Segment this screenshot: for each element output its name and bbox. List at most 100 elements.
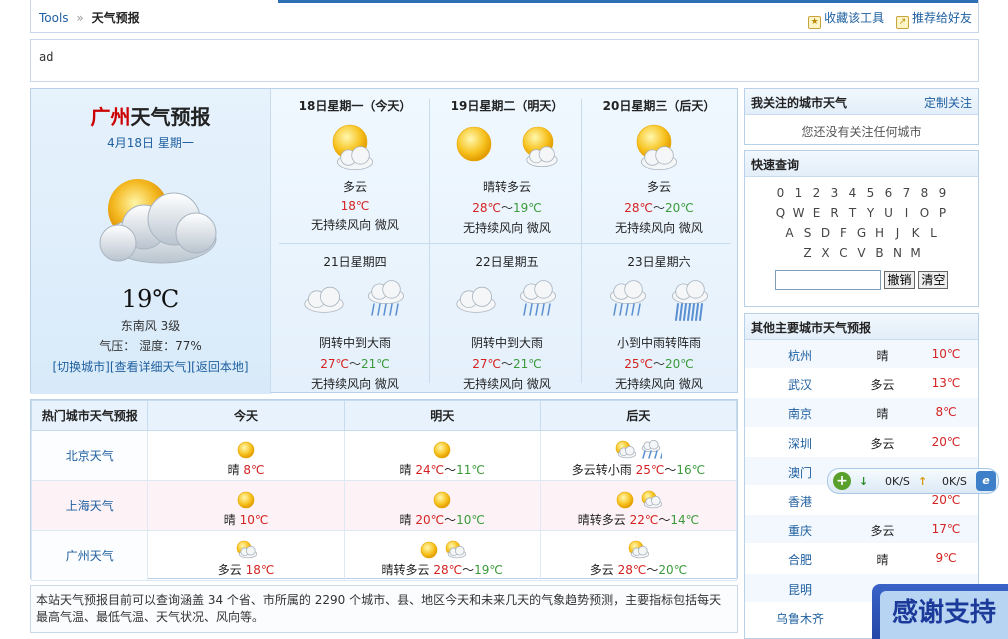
breadcrumb-current: 天气预报 [91, 11, 140, 25]
keypad-key[interactable]: V [855, 246, 869, 260]
keypad-key[interactable]: G [855, 226, 869, 240]
keypad-key[interactable]: E [810, 206, 824, 220]
network-meter[interactable]: + ↓ 0K/S ↑ 0K/S e [827, 468, 999, 494]
hot-cities-table: 热门城市天气预报 今天 明天 后天 北京天气 晴 8℃ 晴 24℃～11℃ 多云… [30, 399, 738, 581]
keypad-key[interactable]: B [873, 246, 887, 260]
keypad-row: QWERTYUIOP [749, 206, 974, 226]
city-link[interactable]: 上海天气 [30, 480, 149, 531]
tool-actions: ★ 收藏该工具 ↗ 推荐给好友 [800, 9, 972, 29]
cloud-rain-icon [431, 274, 583, 332]
forecast-day: 19日星期二（明天） 晴转多云 28℃～19℃ 无持续风向 微风 [431, 89, 583, 235]
keypad-key[interactable]: 5 [864, 186, 878, 200]
city-link[interactable]: 重庆 [755, 522, 845, 539]
keypad-key[interactable]: R [828, 206, 842, 220]
city-link[interactable]: 合肥 [755, 551, 845, 568]
keypad-key[interactable]: O [918, 206, 932, 220]
recommend-label: 推荐给好友 [911, 11, 972, 25]
forecast-cell: 晴 10℃ [147, 480, 345, 531]
cell-desc: 晴 [399, 463, 412, 477]
breadcrumb-separator: » [76, 11, 84, 25]
keypad-key[interactable]: 3 [828, 186, 842, 200]
city-link[interactable]: 昆明 [755, 581, 845, 598]
bookmark-tool-link[interactable]: ★ 收藏该工具 [808, 11, 884, 29]
city-link[interactable]: 南京 [755, 405, 845, 422]
thanks-banner[interactable]: 感谢支持 [872, 584, 1008, 639]
forecast-temp: 27℃～21℃ [472, 357, 542, 371]
keypad-key[interactable]: 1 [792, 186, 806, 200]
forecast-date: 18日星期一（今天） [298, 99, 412, 113]
keypad-key[interactable]: Z [801, 246, 815, 260]
forecast-desc: 阴转中到大雨 [318, 336, 391, 350]
undo-button[interactable]: 撤销 [884, 271, 915, 289]
keypad-key[interactable]: D [819, 226, 833, 240]
ad-box: ad [30, 39, 979, 82]
keypad-key[interactable]: K [909, 226, 923, 240]
keypad-key[interactable]: 2 [810, 186, 824, 200]
keypad-key[interactable]: 9 [936, 186, 950, 200]
keypad-key[interactable]: 7 [900, 186, 914, 200]
recommend-friend-link[interactable]: ↗ 推荐给好友 [895, 11, 972, 29]
keypad-key[interactable]: 4 [846, 186, 860, 200]
keypad-key[interactable]: W [792, 206, 806, 220]
keypad-key[interactable]: 0 [774, 186, 788, 200]
temp-high: 28℃ [472, 201, 501, 215]
sun-cloud-icon [279, 118, 431, 176]
keypad-key[interactable]: N [891, 246, 905, 260]
forecast-temp: 28℃～19℃ [472, 201, 542, 215]
forecast-desc: 多云 [646, 180, 671, 194]
keypad-key[interactable]: Y [864, 206, 878, 220]
keypad-key[interactable]: P [936, 206, 950, 220]
city-name: 广州 [90, 105, 131, 129]
city-link[interactable]: 武汉 [755, 376, 845, 393]
plus-icon[interactable]: + [833, 472, 851, 490]
weather-icons [345, 439, 540, 461]
download-arrow-icon: ↓ [859, 475, 869, 488]
keypad-key[interactable]: C [837, 246, 851, 260]
keypad-key[interactable]: X [819, 246, 833, 260]
keypad-key[interactable]: 8 [918, 186, 932, 200]
city-link[interactable]: 杭州 [755, 347, 845, 364]
city-link[interactable]: 香港 [755, 493, 845, 510]
cell-temp-low: 10℃ [456, 513, 485, 527]
keypad-key[interactable]: J [891, 226, 905, 240]
cell-temp-low: 14℃ [670, 513, 700, 527]
weather-icons [148, 439, 343, 461]
keypad-key[interactable]: M [909, 246, 923, 260]
weather-icons [345, 489, 540, 511]
follow-empty-text: 您还没有关注任何城市 [801, 125, 922, 139]
keypad-key[interactable]: Q [774, 206, 788, 220]
forecast-temp: 18℃ [279, 199, 431, 213]
browser-icon[interactable]: e [976, 471, 996, 491]
temp-low: 21℃ [361, 357, 390, 371]
city-link[interactable]: 乌鲁木齐 [755, 610, 845, 627]
city-link[interactable]: 广州天气 [30, 530, 149, 581]
city-action-links[interactable]: [切换城市][查看详细天气][返回本地] [31, 358, 270, 375]
cell-desc: 晴 [223, 513, 236, 527]
table-row: 广州天气 多云 18℃ 晴转多云 28℃～19℃ 多云 28℃～20℃ [30, 530, 738, 581]
city-link[interactable]: 深圳 [755, 435, 845, 452]
city-weather: 晴 [876, 407, 889, 422]
col-header-tomorrow: 明天 [343, 400, 541, 431]
keypad-key[interactable]: T [846, 206, 860, 220]
keypad-key[interactable]: S [801, 226, 815, 240]
customize-follow-link[interactable]: 定制关注 [924, 94, 972, 111]
keypad-key[interactable]: F [837, 226, 851, 240]
keypad-key[interactable]: 6 [882, 186, 896, 200]
list-item: 重庆 多云 17℃ [745, 515, 978, 545]
keypad-key[interactable]: I [900, 206, 914, 220]
city-link[interactable]: 北京天气 [30, 430, 149, 481]
cell-desc: 晴转多云 [381, 563, 430, 577]
keypad-key[interactable]: A [783, 226, 797, 240]
clear-button[interactable]: 清空 [918, 271, 949, 289]
sun-cloud-icon [629, 540, 650, 559]
keypad-key[interactable]: U [882, 206, 896, 220]
other-cities-title: 其他主要城市天气预报 [745, 314, 978, 340]
keypad-key[interactable]: L [927, 226, 941, 240]
sun-icon [433, 441, 451, 459]
city-search-input[interactable] [774, 270, 881, 290]
pressure-label: 气压： [99, 339, 136, 353]
breadcrumb-tools-link[interactable]: Tools [39, 11, 69, 25]
keypad-key[interactable]: H [873, 226, 887, 240]
sun-cloud-icon [616, 440, 637, 459]
divider [279, 243, 731, 244]
